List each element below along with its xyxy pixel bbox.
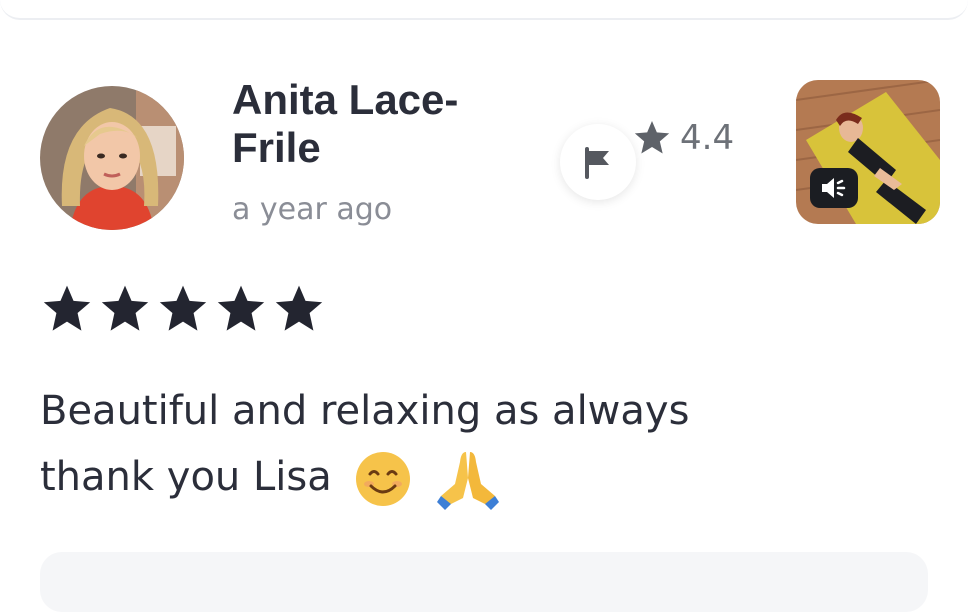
review-text: Beautiful and relaxing as always thank y… <box>40 378 760 510</box>
session-rating-value: 4.4 <box>680 118 735 158</box>
next-review-card <box>40 552 928 612</box>
star-icon <box>43 285 91 331</box>
star-icon <box>101 285 149 331</box>
review-stars <box>40 284 326 334</box>
author-name: Anita Lace-Frile <box>232 76 459 171</box>
avatar-image <box>40 86 184 230</box>
review-text-line-1: Beautiful and relaxing as always <box>40 388 690 434</box>
star-icon <box>217 285 265 331</box>
star-icon <box>159 285 207 331</box>
session-rating: 4.4 <box>632 118 734 158</box>
review-text-line-2-words: thank you Lisa <box>40 454 332 500</box>
review-time: a year ago <box>232 192 393 227</box>
smiling-face-emoji-icon <box>356 452 411 506</box>
speaker-icon <box>822 178 846 198</box>
review-text-line-2: thank you Lisa <box>40 444 760 510</box>
flag-icon <box>585 147 609 179</box>
session-thumbnail[interactable] <box>796 80 940 224</box>
review-card: Anita Lace-Frile a year ago 4.4 Beautifu… <box>0 0 968 580</box>
star-icon <box>634 121 670 154</box>
report-flag-button[interactable] <box>560 124 636 200</box>
audio-badge <box>810 168 858 208</box>
folded-hands-emoji-icon <box>437 452 500 510</box>
star-icon <box>275 285 323 331</box>
avatar[interactable] <box>40 86 184 230</box>
